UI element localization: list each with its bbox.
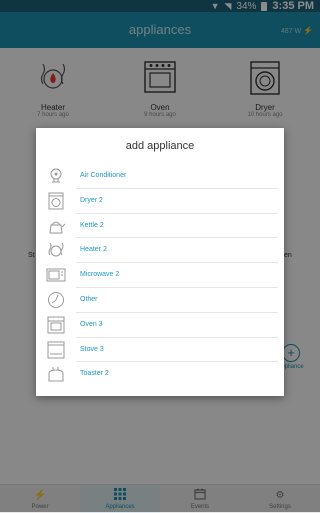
dialog-title: add appliance [125, 140, 195, 152]
microwave-icon [46, 268, 66, 282]
heater-icon [48, 243, 64, 257]
list-item-microwave[interactable]: Microwave 2 [36, 263, 284, 288]
list-item-label: Stove 3 [80, 345, 104, 353]
list-item-label: Heater 2 [80, 246, 107, 254]
stove-icon [47, 341, 65, 359]
list-item-kettle[interactable]: Kettle 2 [36, 214, 284, 239]
list-item-label: Dryer 2 [80, 196, 103, 204]
list-item-heater[interactable]: Heater 2 [36, 238, 284, 264]
appliance-type-list: Air Conditioner Dryer 2 Kettle 2 Heater … [36, 164, 284, 387]
dryer-icon [48, 192, 64, 210]
list-item-stove[interactable]: Stove 3 [36, 338, 284, 363]
list-item-label: Other [80, 295, 98, 303]
oven-icon [47, 316, 65, 334]
toaster-icon [48, 367, 64, 382]
list-item-air-conditioner[interactable]: Air Conditioner [36, 164, 284, 189]
list-item-oven[interactable]: Oven 3 [36, 313, 284, 338]
list-item-label: Microwave 2 [80, 271, 120, 279]
list-item-label: Kettle 2 [80, 221, 104, 229]
list-item-label: Toaster 2 [80, 370, 109, 378]
air-conditioner-icon [50, 168, 62, 183]
list-item-toaster[interactable]: Toaster 2 [36, 362, 284, 387]
other-icon [48, 291, 64, 308]
list-item-label: Oven 3 [80, 320, 103, 328]
list-item-label: Air Conditioner [80, 172, 127, 179]
add-appliance-dialog: add appliance Air Conditioner Dryer 2 Ke… [36, 128, 284, 396]
kettle-icon [49, 221, 66, 234]
list-item-dryer[interactable]: Dryer 2 [36, 189, 284, 214]
list-item-other[interactable]: Other [36, 288, 284, 313]
